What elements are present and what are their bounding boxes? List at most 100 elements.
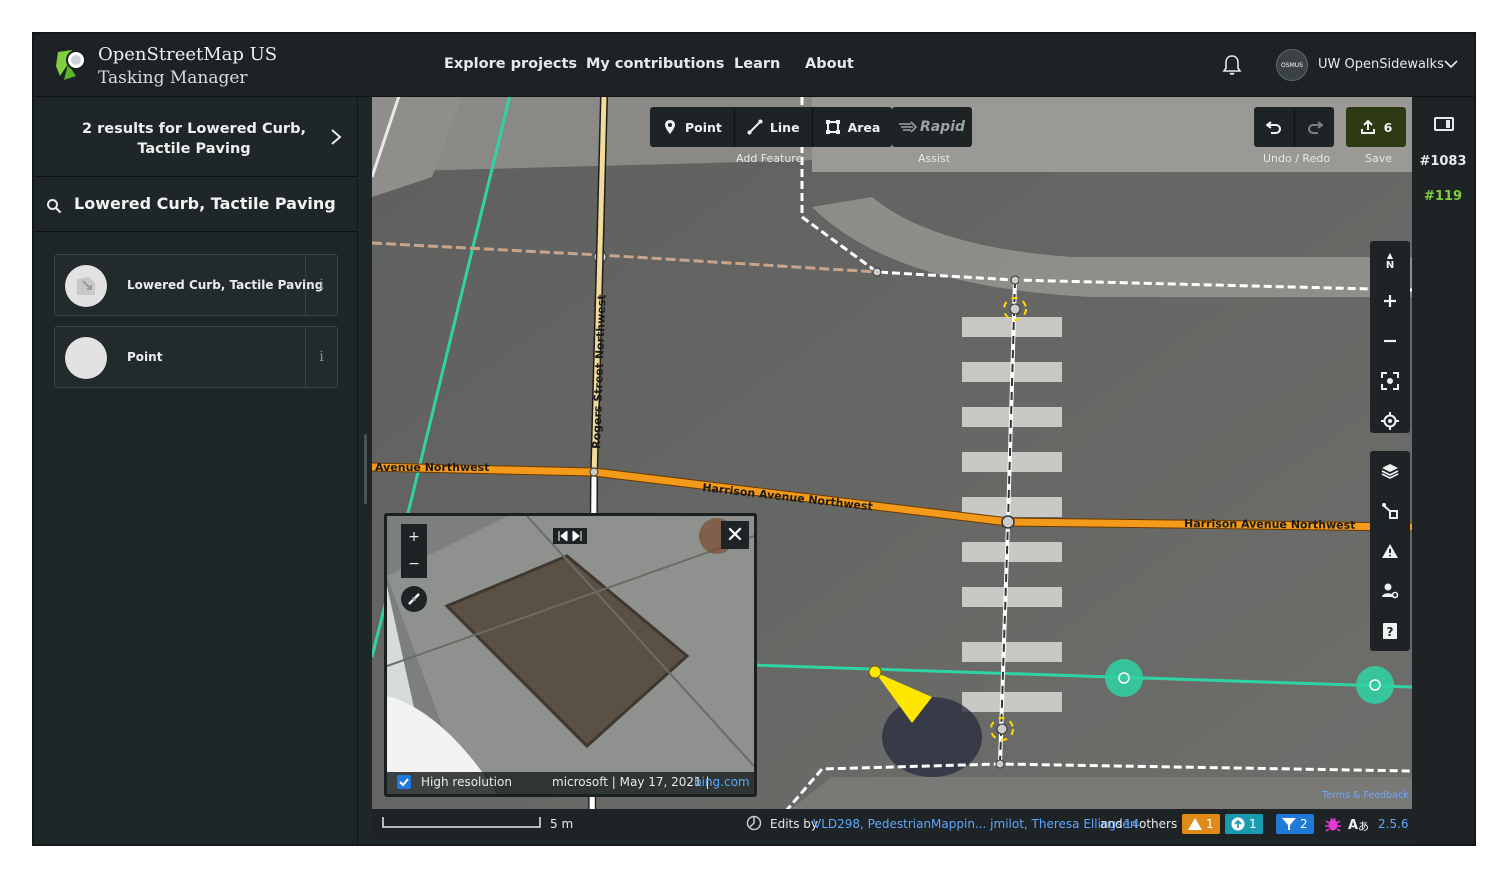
save-button[interactable]: 6	[1346, 107, 1406, 147]
add-line-label: Line	[769, 119, 800, 135]
map-data-pane-button[interactable]	[1370, 491, 1410, 531]
crosshair-icon	[1381, 412, 1399, 430]
filter-icon	[1282, 818, 1296, 830]
user-org-name[interactable]: UW OpenSidewalks	[1318, 57, 1444, 72]
street-photo[interactable]	[387, 516, 754, 794]
bing-link[interactable]: bing.com	[694, 775, 750, 789]
rapid-button[interactable]: Rapid	[892, 107, 972, 147]
map-canvas[interactable]: Avenue Northwest Harrison Avenue Northwe…	[372, 97, 1412, 839]
warning-icon	[1188, 818, 1202, 830]
add-line-button[interactable]: Line	[735, 107, 813, 147]
photo-source: microsoft | May 17, 2021 |	[552, 775, 710, 789]
history-icon[interactable]	[746, 815, 762, 831]
issues-badge[interactable]: 1	[1225, 814, 1263, 834]
osm-us-logo-icon[interactable]	[54, 46, 90, 82]
viewer-footer: High resolution microsoft | May 17, 2021…	[387, 772, 754, 794]
warnings-badge[interactable]: 1	[1182, 814, 1220, 834]
version-link[interactable]: 2.5.6	[1378, 817, 1409, 831]
viewer-close-button[interactable]: ✕	[721, 521, 749, 549]
viewer-zoom-in-button[interactable]: +	[401, 524, 427, 551]
add-area-button[interactable]: Area	[813, 107, 893, 147]
others-label: others	[1139, 817, 1178, 831]
viewer-zoom-out-button[interactable]: −	[401, 551, 427, 578]
nav-about[interactable]: About	[805, 56, 854, 72]
check-icon	[399, 778, 409, 787]
brand-title[interactable]: OpenStreetMap US	[98, 44, 277, 65]
preset-sidebar: 2 results for Lowered Curb, Tactile Pavi…	[34, 97, 358, 844]
sidebar-resizer[interactable]	[364, 434, 367, 504]
add-feature-toolbar: Point Line Area	[650, 107, 893, 147]
preset-info-button[interactable]: i	[305, 327, 338, 387]
assist-caption: Assist	[918, 152, 951, 165]
geolocate-button[interactable]	[1370, 401, 1410, 441]
nav-learn[interactable]: Learn	[734, 56, 780, 72]
compass-button[interactable]: ▲ N	[1370, 241, 1410, 281]
results-title: 2 results for Lowered Curb, Tactile Pavi…	[82, 121, 306, 157]
help-pane-button[interactable]: ?	[1370, 611, 1410, 651]
filters-badge[interactable]: 2	[1276, 814, 1314, 834]
point-icon	[665, 120, 675, 134]
brand-subtitle[interactable]: Tasking Manager	[98, 68, 248, 88]
preferences-pane-button[interactable]	[1370, 571, 1410, 611]
help-icon: ?	[1383, 623, 1397, 639]
undo-icon	[1266, 121, 1281, 134]
viewer-zoom-controls: + −	[401, 524, 427, 578]
map-data-icon	[1382, 503, 1398, 519]
project-id[interactable]: #1083	[1412, 154, 1474, 169]
save-count: 6	[1383, 119, 1393, 135]
task-id[interactable]: #119	[1412, 189, 1474, 204]
preset-thumbnail	[65, 265, 107, 307]
redo-button[interactable]	[1295, 107, 1335, 147]
user-settings-icon	[1382, 583, 1399, 599]
preset-lowered-curb[interactable]: Lowered Curb, Tactile Paving i	[54, 254, 338, 316]
issues-pane-button[interactable]	[1370, 531, 1410, 571]
undo-button[interactable]	[1254, 107, 1295, 147]
edit-users-links[interactable]: VLD298, PedestrianMappin... jmilot, Ther…	[813, 817, 1137, 831]
top-navbar: OpenStreetMap US Tasking Manager Explore…	[34, 34, 1474, 97]
notifications-bell-icon[interactable]	[1222, 54, 1242, 76]
preset-label: Point	[127, 350, 163, 364]
preset-label: Lowered Curb, Tactile Paving	[127, 278, 324, 292]
task-right-panel: #1083 #119	[1412, 97, 1474, 844]
nav-my-contributions[interactable]: My contributions	[586, 56, 724, 72]
and-label: and	[1100, 817, 1123, 831]
preset-search-input[interactable]: Lowered Curb, Tactile Paving	[74, 194, 336, 213]
layers-icon	[1381, 464, 1399, 479]
toggle-panel-icon[interactable]	[1434, 117, 1454, 131]
app-frame: OpenStreetMap US Tasking Manager Explore…	[32, 32, 1476, 846]
zoom-to-selection-icon	[1381, 372, 1399, 390]
zoom-out-button[interactable]	[1370, 321, 1410, 361]
add-point-button[interactable]: Point	[650, 107, 735, 147]
preset-point[interactable]: Point i	[54, 326, 338, 388]
user-avatar[interactable]: OSMUS	[1276, 49, 1308, 81]
add-area-label: Area	[847, 119, 881, 135]
svg-text:?: ?	[1387, 625, 1394, 639]
search-icon	[47, 199, 62, 214]
results-header[interactable]: 2 results for Lowered Curb, Tactile Pavi…	[34, 97, 358, 177]
warnings-count: 1	[1206, 817, 1214, 831]
translate-icon[interactable]: Aあ	[1348, 815, 1368, 833]
others-count-link[interactable]: 14	[1124, 817, 1139, 831]
zoom-to-selection-button[interactable]	[1370, 361, 1410, 401]
streetside-photo-viewer[interactable]: + − ✕ High resolution microsoft | May 17…	[384, 513, 757, 797]
terms-feedback-link[interactable]: Terms & Feedback	[1322, 790, 1409, 801]
bug-icon[interactable]	[1324, 815, 1342, 833]
preset-info-button[interactable]: i	[305, 255, 338, 315]
add-point-label: Point	[685, 119, 722, 135]
curb-ramp-icon	[77, 277, 95, 295]
save-caption: Save	[1365, 152, 1393, 165]
viewer-prev-next-controls[interactable]	[553, 528, 587, 544]
viewer-compass-button[interactable]	[401, 586, 427, 612]
high-res-checkbox[interactable]	[397, 775, 411, 789]
map-label-harrison-2: Harrison Avenue Northwest	[1184, 517, 1356, 532]
chevron-right-icon[interactable]	[330, 129, 342, 145]
preset-search[interactable]: Lowered Curb, Tactile Paving	[34, 178, 358, 232]
compass-label: N	[1385, 259, 1395, 271]
zoom-in-button[interactable]	[1370, 281, 1410, 321]
background-pane-button[interactable]	[1370, 451, 1410, 491]
map-panes-controls: ?	[1370, 451, 1410, 651]
scale-bar[interactable]	[382, 817, 542, 829]
issues-count: 1	[1249, 817, 1257, 831]
chevron-down-icon[interactable]	[1444, 59, 1458, 69]
nav-explore-projects[interactable]: Explore projects	[444, 56, 577, 72]
